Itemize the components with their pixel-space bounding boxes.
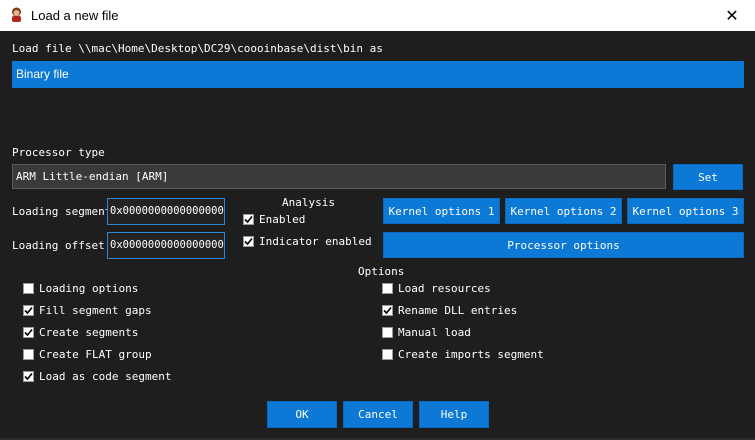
create-segments-checkbox[interactable] bbox=[23, 327, 34, 338]
fill-segment-gaps-checkbox[interactable] bbox=[23, 305, 34, 316]
checkmark-icon bbox=[244, 215, 253, 224]
kernel-options-1-button[interactable]: Kernel options 1 bbox=[383, 198, 500, 224]
processor-type-label: Processor type bbox=[12, 146, 105, 159]
rename-dll-entries-label: Rename DLL entries bbox=[398, 304, 518, 317]
loading-options-label: Loading options bbox=[39, 282, 139, 295]
manual-load-checkbox[interactable] bbox=[382, 327, 393, 338]
options-group-title: Options bbox=[358, 265, 405, 278]
ok-button[interactable]: OK bbox=[267, 401, 337, 428]
ida-app-icon bbox=[12, 7, 21, 22]
cancel-button[interactable]: Cancel bbox=[343, 401, 413, 428]
close-button[interactable]: ✕ bbox=[709, 0, 755, 31]
checkmark-icon bbox=[24, 306, 33, 315]
kernel-options-3-button[interactable]: Kernel options 3 bbox=[627, 198, 744, 224]
create-flat-group-checkbox[interactable] bbox=[23, 349, 34, 360]
checkmark-icon bbox=[24, 372, 33, 381]
create-imports-segment-label: Create imports segment bbox=[398, 348, 544, 361]
checkmark-icon bbox=[24, 328, 33, 337]
processor-options-button[interactable]: Processor options bbox=[383, 232, 744, 258]
checkmark-icon bbox=[244, 237, 253, 246]
create-segments-label: Create segments bbox=[39, 326, 139, 339]
file-type-label: Binary file bbox=[16, 67, 69, 81]
loading-offset-input[interactable]: 0x0000000000000000 bbox=[107, 232, 225, 259]
load-as-code-segment-label: Load as code segment bbox=[39, 370, 172, 383]
loading-offset-label: Loading offset bbox=[12, 239, 105, 252]
manual-load-label: Manual load bbox=[398, 326, 471, 339]
fill-segment-gaps-label: Fill segment gaps bbox=[39, 304, 152, 317]
file-type-list-item-selected[interactable]: Binary file bbox=[12, 61, 744, 88]
processor-type-value: ARM Little-endian [ARM] bbox=[16, 170, 169, 183]
analysis-enabled-label: Enabled bbox=[259, 213, 306, 226]
rename-dll-entries-checkbox[interactable] bbox=[382, 305, 393, 316]
load-file-label: Load file \\mac\Home\Desktop\DC29\coooin… bbox=[12, 42, 383, 55]
load-as-code-segment-checkbox[interactable] bbox=[23, 371, 34, 382]
analysis-enabled-checkbox[interactable] bbox=[243, 214, 254, 225]
load-resources-checkbox[interactable] bbox=[382, 283, 393, 294]
title-bar: Load a new file ✕ bbox=[0, 0, 755, 31]
set-processor-button[interactable]: Set bbox=[673, 164, 743, 190]
create-imports-segment-checkbox[interactable] bbox=[382, 349, 393, 360]
loading-options-checkbox[interactable] bbox=[23, 283, 34, 294]
dialog-body: Load file \\mac\Home\Desktop\DC29\coooin… bbox=[1, 31, 754, 440]
close-icon: ✕ bbox=[725, 7, 739, 25]
create-flat-group-label: Create FLAT group bbox=[39, 348, 152, 361]
loading-segment-label: Loading segment bbox=[12, 205, 112, 218]
checkmark-icon bbox=[383, 306, 392, 315]
indicator-enabled-label: Indicator enabled bbox=[259, 235, 372, 248]
processor-type-combo[interactable]: ARM Little-endian [ARM] bbox=[12, 164, 666, 189]
indicator-enabled-checkbox[interactable] bbox=[243, 236, 254, 247]
loading-segment-input[interactable]: 0x0000000000000000 bbox=[107, 198, 225, 225]
kernel-options-2-button[interactable]: Kernel options 2 bbox=[505, 198, 622, 224]
load-resources-label: Load resources bbox=[398, 282, 491, 295]
window-title: Load a new file bbox=[31, 8, 119, 23]
analysis-group-title: Analysis bbox=[282, 196, 335, 209]
help-button[interactable]: Help bbox=[419, 401, 489, 428]
